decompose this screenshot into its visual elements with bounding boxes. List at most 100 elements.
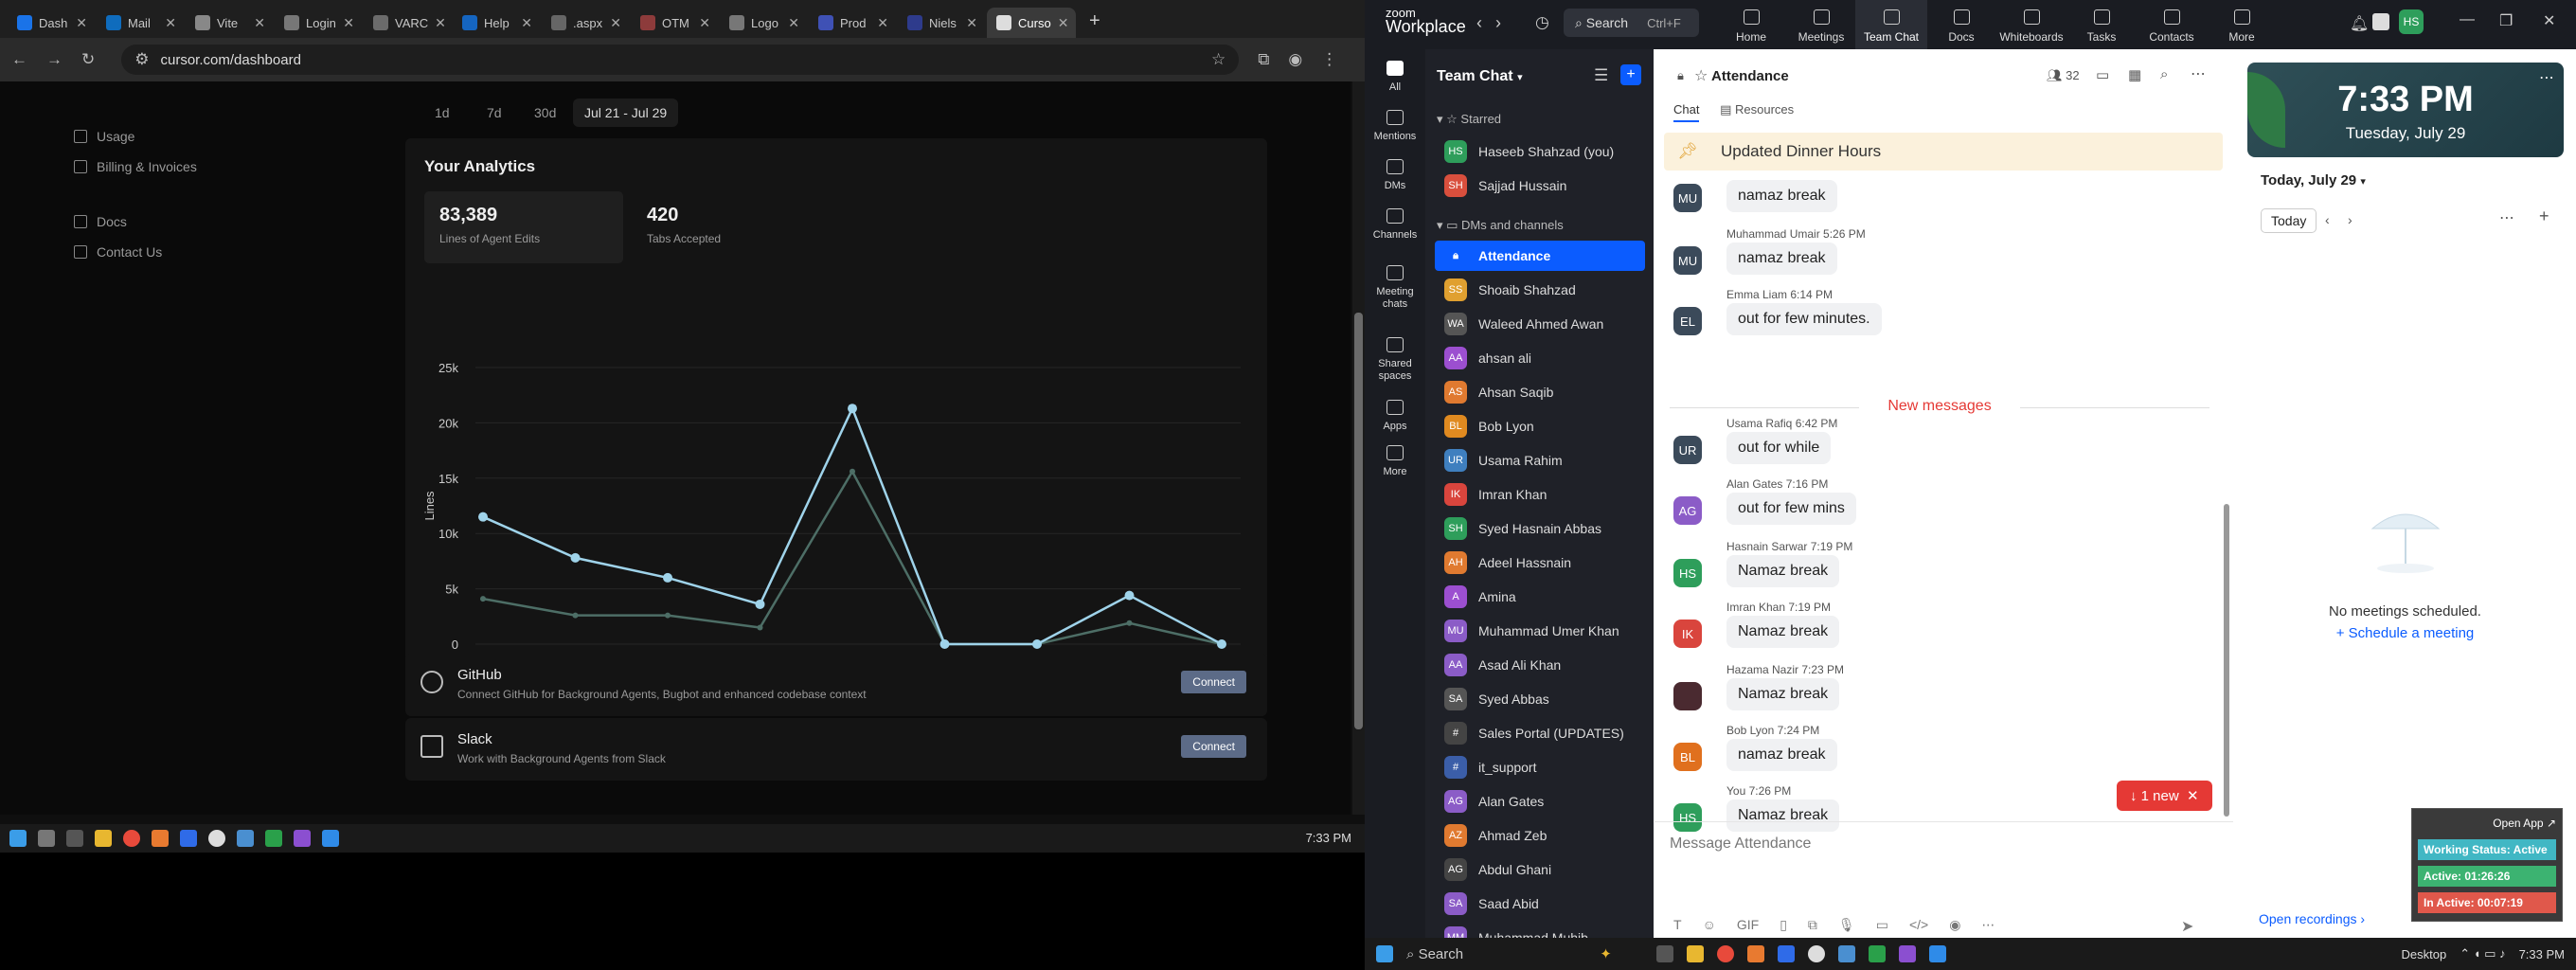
- data-point[interactable]: [478, 512, 488, 522]
- nav-home[interactable]: Home: [1715, 0, 1787, 49]
- channel-row[interactable]: 🔒︎ Attendance: [1435, 241, 1645, 271]
- browser-tab[interactable]: Dash ✕: [8, 8, 97, 38]
- message-avatar[interactable]: HS: [1673, 803, 1702, 832]
- bell-icon[interactable]: 🔔︎: [2350, 14, 2369, 33]
- message-avatar[interactable]: MU: [1673, 246, 1702, 275]
- close-tab-icon[interactable]: ✕: [610, 15, 621, 31]
- channel-row[interactable]: SH Syed Hasnain Abbas: [1435, 513, 1645, 544]
- channel-row[interactable]: SA Saad Abid: [1435, 889, 1645, 919]
- sidebar-item-usage[interactable]: Usage: [74, 129, 134, 144]
- browser-tab[interactable]: Curso ✕: [987, 8, 1076, 38]
- browser-tab[interactable]: .aspx ✕: [542, 8, 631, 38]
- new-tab-icon[interactable]: +: [1089, 10, 1100, 32]
- nav-whiteboards[interactable]: Whiteboards: [1995, 0, 2067, 49]
- browser-tab[interactable]: Login ✕: [275, 8, 364, 38]
- new-chat-button[interactable]: +: [1620, 64, 1641, 85]
- close-tab-icon[interactable]: ✕: [521, 15, 532, 31]
- message-bubble[interactable]: namaz break: [1726, 242, 1837, 275]
- desktop-label[interactable]: Desktop: [2402, 947, 2447, 961]
- site-info-icon[interactable]: ⚙: [134, 50, 149, 69]
- message-avatar[interactable]: HS: [1673, 559, 1702, 587]
- gif-icon[interactable]: GIF: [1737, 917, 1759, 933]
- more-icon[interactable]: ⋯: [2499, 208, 2514, 227]
- members-count[interactable]: 👥︎ 32: [2047, 68, 2080, 83]
- search-icon[interactable]: ⌕: [2160, 66, 2168, 82]
- message-bubble[interactable]: Namaz break: [1726, 555, 1840, 587]
- back-icon[interactable]: ‹: [1476, 13, 1482, 33]
- zoom-search[interactable]: ⌕ Search Ctrl+F: [1564, 9, 1699, 37]
- rail-meeting-chats[interactable]: Meeting chats: [1365, 265, 1425, 311]
- mic-icon[interactable]: 🎙︎: [1838, 917, 1855, 933]
- starred-section[interactable]: ▾ ☆ Starred: [1437, 112, 1501, 127]
- close-tab-icon[interactable]: ✕: [966, 15, 977, 31]
- data-point[interactable]: [757, 624, 763, 631]
- channel-row[interactable]: MU Muhammad Umer Khan: [1435, 616, 1645, 646]
- app-icon[interactable]: [2372, 13, 2389, 30]
- data-point[interactable]: [663, 572, 672, 583]
- data-point[interactable]: [570, 552, 581, 563]
- rail-shared-spaces[interactable]: Shared spaces: [1365, 337, 1425, 383]
- app-icon[interactable]: [237, 830, 254, 847]
- data-point[interactable]: [1032, 639, 1042, 649]
- more-icon[interactable]: ⋯: [1981, 917, 1995, 933]
- rail-more[interactable]: More: [1365, 445, 1425, 478]
- channel-row[interactable]: IK Imran Khan: [1435, 479, 1645, 510]
- open-recordings-link[interactable]: Open recordings ›: [2259, 911, 2365, 926]
- zoom-icon[interactable]: [1778, 945, 1795, 962]
- excel-icon[interactable]: [1869, 945, 1886, 962]
- close-tab-icon[interactable]: ✕: [76, 15, 87, 31]
- taskbar-search[interactable]: ⌕ Search ✦: [1406, 945, 1643, 962]
- bookmark-star-icon[interactable]: ☆: [1211, 50, 1225, 69]
- app-icon[interactable]: [1808, 945, 1825, 962]
- range-30d[interactable]: 30d: [523, 99, 567, 127]
- close-tab-icon[interactable]: ✕: [1058, 15, 1069, 31]
- data-point[interactable]: [755, 599, 765, 609]
- app-icon[interactable]: [1747, 945, 1764, 962]
- channel-row[interactable]: # it_support: [1435, 752, 1645, 782]
- browser-tab[interactable]: Help ✕: [453, 8, 542, 38]
- chat-scrollbar[interactable]: [2224, 504, 2229, 817]
- channel-row[interactable]: HS Haseeb Shahzad (you): [1435, 136, 1645, 167]
- message-avatar[interactable]: [1673, 682, 1702, 710]
- app-icon[interactable]: [208, 830, 225, 847]
- sidebar-item-contact[interactable]: Contact Us: [74, 244, 162, 260]
- browser-tab[interactable]: Prod ✕: [809, 8, 898, 38]
- nav-tasks[interactable]: Tasks: [2066, 0, 2138, 49]
- close-tab-icon[interactable]: ✕: [877, 15, 888, 31]
- browser-tab[interactable]: Niels ✕: [898, 8, 987, 38]
- rail-all[interactable]: All: [1365, 61, 1425, 94]
- task-view-icon[interactable]: [66, 830, 83, 847]
- next-day-icon[interactable]: ›: [2348, 212, 2352, 227]
- team-chat-header[interactable]: Team Chat ▾: [1437, 68, 1523, 85]
- forward-icon[interactable]: →: [46, 50, 63, 69]
- more-icon[interactable]: ⋯: [2539, 68, 2554, 87]
- schedule-meeting-link[interactable]: + Schedule a meeting: [2234, 625, 2576, 641]
- menu-kebab-icon[interactable]: ⋮: [1321, 50, 1337, 69]
- channel-row[interactable]: SA Syed Abbas: [1435, 684, 1645, 714]
- channel-row[interactable]: AZ Ahmad Zeb: [1435, 820, 1645, 851]
- nav-team-chat[interactable]: Team Chat: [1855, 0, 1927, 49]
- data-point[interactable]: [848, 404, 857, 414]
- browser-tab[interactable]: Logo ✕: [720, 8, 809, 38]
- calendar-day-picker[interactable]: Today, July 29 ▾: [2261, 172, 2366, 189]
- close-tab-icon[interactable]: ✕: [435, 15, 446, 31]
- message-bubble[interactable]: Namaz break: [1726, 678, 1840, 710]
- message-avatar[interactable]: AG: [1673, 496, 1702, 525]
- channel-row[interactable]: AA Asad Ali Khan: [1435, 650, 1645, 680]
- channel-row[interactable]: AA ahsan ali: [1435, 343, 1645, 373]
- windows-start-icon[interactable]: [9, 830, 27, 847]
- excel-icon[interactable]: [265, 830, 282, 847]
- message-bubble[interactable]: namaz break: [1726, 180, 1837, 212]
- message-input[interactable]: Message Attendance: [1670, 835, 1811, 853]
- minimize-icon[interactable]: —: [2460, 11, 2475, 28]
- screenshot-icon[interactable]: ⧉: [1808, 917, 1817, 933]
- browser-tab[interactable]: Mail ✕: [97, 8, 186, 38]
- file-explorer-icon[interactable]: [1687, 945, 1704, 962]
- onenote-icon[interactable]: [1899, 945, 1916, 962]
- range-custom[interactable]: Jul 21 - Jul 29: [573, 99, 679, 127]
- video-message-icon[interactable]: ▭: [1876, 917, 1888, 933]
- channel-row[interactable]: # Sales Portal (UPDATES): [1435, 718, 1645, 748]
- tab-chat[interactable]: Chat: [1673, 102, 1700, 122]
- slack-connect-button[interactable]: Connect: [1181, 735, 1246, 758]
- rail-dms[interactable]: DMs: [1365, 159, 1425, 192]
